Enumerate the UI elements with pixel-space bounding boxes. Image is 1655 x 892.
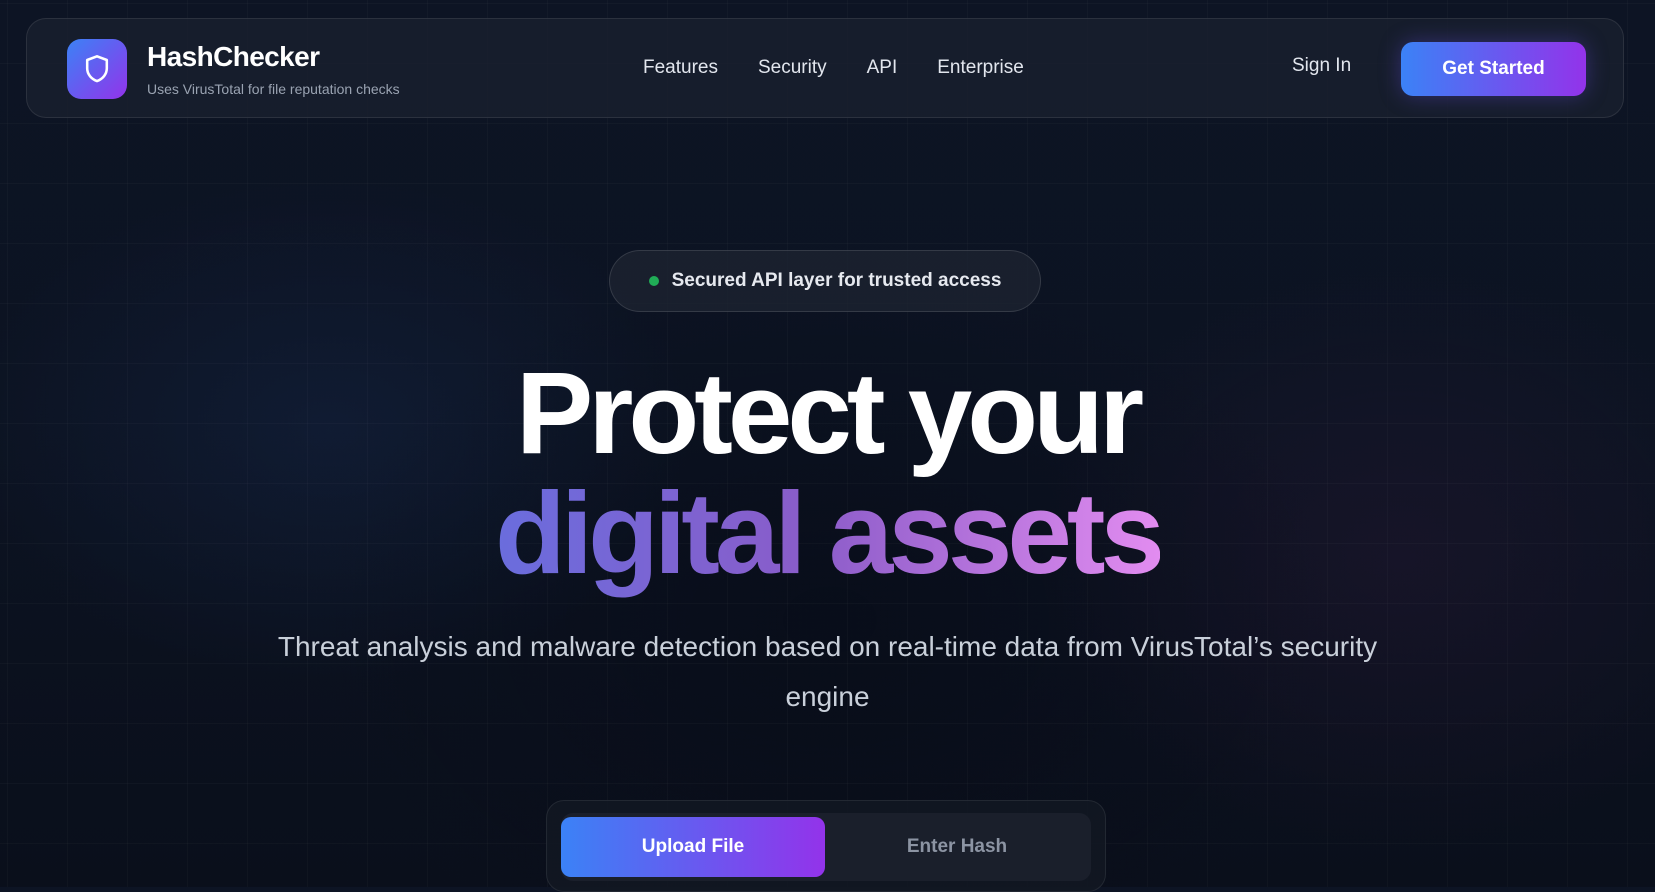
top-navbar: HashChecker Uses VirusTotal for file rep… — [26, 18, 1624, 118]
status-badge-text: Secured API layer for trusted access — [671, 270, 1002, 291]
hero-headline-line2: digital assets — [495, 468, 1165, 598]
brand-logo[interactable] — [67, 39, 127, 99]
status-dot-icon — [648, 276, 659, 286]
nav-link-features[interactable]: Features — [643, 57, 718, 79]
sign-in-link[interactable]: Sign In — [1292, 55, 1351, 77]
brand-tagline: Uses VirusTotal for file reputation chec… — [147, 81, 400, 97]
brand-name[interactable]: HashChecker — [147, 41, 320, 73]
status-badge: Secured API layer for trusted access — [609, 250, 1041, 312]
tab-enter-hash[interactable]: Enter Hash — [825, 817, 1089, 877]
hero-headline-line1: Protect your — [515, 348, 1144, 478]
hero-headline-line2-wrap: digital assets — [0, 466, 1655, 600]
get-started-button[interactable]: Get Started — [1401, 42, 1586, 96]
nav-link-security[interactable]: Security — [758, 57, 827, 79]
main-nav: Features Security API Enterprise — [643, 55, 1024, 81]
tab-upload-file[interactable]: Upload File — [561, 817, 825, 877]
nav-link-api[interactable]: API — [867, 57, 898, 79]
nav-link-enterprise[interactable]: Enterprise — [937, 57, 1024, 79]
input-mode-toggle: Upload File Enter Hash — [546, 800, 1106, 892]
shield-icon — [85, 55, 109, 83]
input-mode-track: Upload File Enter Hash — [561, 813, 1091, 881]
hero-subtitle: Threat analysis and malware detection ba… — [277, 631, 1378, 712]
